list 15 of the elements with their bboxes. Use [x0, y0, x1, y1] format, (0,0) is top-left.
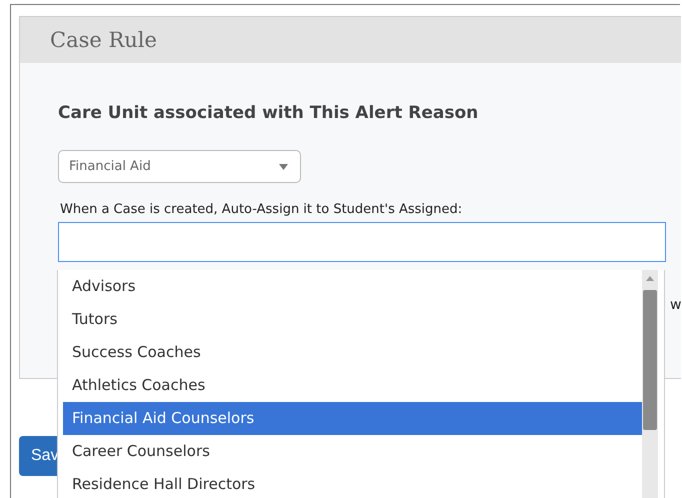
input-field[interactable]	[58, 222, 666, 262]
panel-title: Case Rule	[50, 28, 157, 52]
scrollbar[interactable]	[642, 270, 658, 498]
section-heading: Care Unit associated with This Alert Reason	[58, 103, 480, 123]
dropdown-option[interactable]: Tutors	[63, 303, 642, 336]
scrollbar-thumb[interactable]	[643, 290, 657, 430]
label-text: w	[670, 297, 682, 313]
dropdown-option[interactable]: Financial Aid Counselors	[63, 402, 642, 435]
dropdown-option[interactable]: Success Coaches	[63, 336, 642, 369]
dropdown-option[interactable]: Advisors	[63, 270, 642, 303]
caret-icon	[279, 164, 288, 170]
dropdown-option[interactable]: Athletics Coaches	[63, 369, 642, 402]
scroll-up-icon[interactable]	[646, 276, 654, 281]
field-label: When a Case is created, Auto-Assign it to Student's Assigned:	[60, 202, 464, 217]
care-unit-select[interactable]: Financial Aid	[58, 150, 301, 183]
